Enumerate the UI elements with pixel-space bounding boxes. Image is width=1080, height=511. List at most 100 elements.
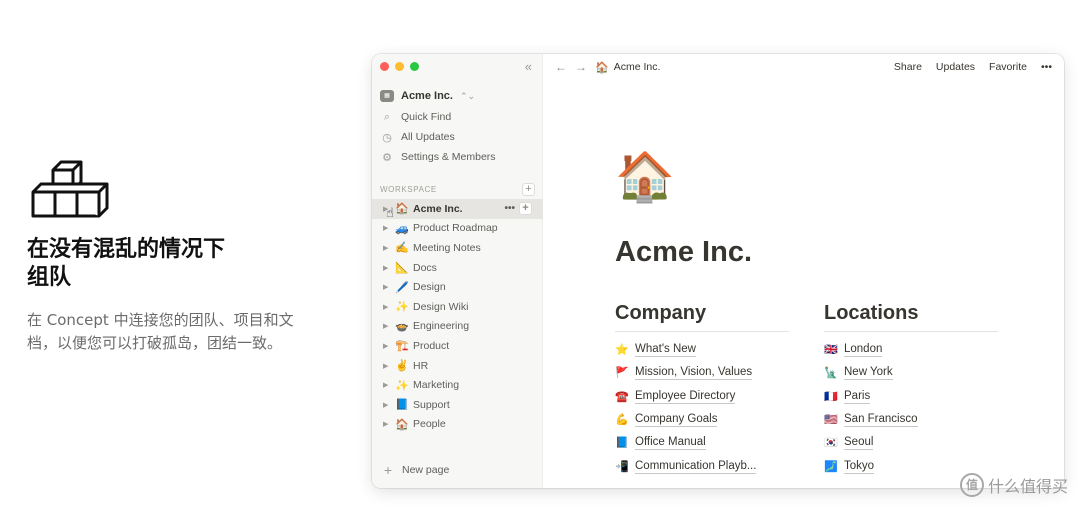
page-link-new-york[interactable]: 🗽 New York: [824, 361, 998, 384]
sidebar-item-label: Marketing: [413, 379, 460, 392]
sidebar-item-people[interactable]: ▶ 🏠 People: [372, 415, 543, 435]
row-tools: ••• +: [504, 202, 532, 215]
sidebar-nav: ⌕ Quick Find ◷ All Updates ⚙ Settings & …: [372, 107, 543, 167]
sidebar-item-label: Quick Find: [401, 111, 452, 123]
sidebar-item-hr[interactable]: ▶ ✌️ HR: [372, 356, 543, 376]
link-label: What's New: [635, 343, 696, 358]
page-link-seoul[interactable]: 🇰🇷 Seoul: [824, 431, 998, 454]
favorite-button[interactable]: Favorite: [989, 61, 1027, 73]
sidebar-item-all-updates[interactable]: ◷ All Updates: [372, 127, 543, 147]
sidebar-item-label: Product Roadmap: [413, 222, 498, 235]
pen-icon: 🖊️: [395, 281, 409, 294]
section-label: WORKSPACE: [380, 185, 437, 194]
sidebar-item-engineering[interactable]: ▶ 🍲 Engineering: [372, 317, 543, 337]
expand-triangle-icon[interactable]: ▶: [383, 362, 395, 370]
flag-icon: 🚩: [615, 367, 629, 380]
page-icon[interactable]: 🏠: [615, 150, 675, 206]
expand-triangle-icon[interactable]: ▶: [383, 401, 395, 409]
link-label: Mission, Vision, Values: [635, 366, 753, 381]
link-label: Paris: [844, 389, 871, 404]
sidebar-item-support[interactable]: ▶ 📘 Support: [372, 395, 543, 415]
sidebar-item-label: Design Wiki: [413, 300, 469, 313]
sidebar-item-label: Settings & Members: [401, 151, 496, 163]
expand-triangle-icon[interactable]: ▶: [383, 303, 395, 311]
expand-triangle-icon[interactable]: ▶: [383, 342, 395, 350]
sidebar-item-label: Support: [413, 398, 450, 411]
add-subpage-button[interactable]: +: [519, 202, 532, 215]
maximize-window-button[interactable]: [410, 62, 419, 71]
sidebar-item-design-wiki[interactable]: ▶ ✨ Design Wiki: [372, 297, 543, 317]
expand-triangle-icon[interactable]: ▶: [383, 264, 395, 272]
construction-icon: 🏗️: [395, 340, 409, 353]
company-column: Company ⭐ What's New 🚩 Mission, Vision, …: [615, 302, 789, 478]
sidebar-item-acme[interactable]: ▶ 🏠 Acme Inc. ☝ ••• +: [372, 199, 543, 220]
expand-triangle-icon[interactable]: ▶: [383, 420, 395, 428]
sidebar-item-docs[interactable]: ▶ 📐 Docs: [372, 258, 543, 278]
more-icon[interactable]: •••: [504, 203, 515, 214]
link-label: New York: [844, 366, 893, 381]
page-link-communication-playbook[interactable]: 📲 Communication Playb...: [615, 454, 789, 477]
updates-button[interactable]: Updates: [936, 61, 975, 73]
page-link-san-francisco[interactable]: 🇺🇸 San Francisco: [824, 408, 998, 431]
house-icon: 🏠: [395, 418, 409, 431]
workspace-name: Acme Inc.: [401, 90, 453, 102]
breadcrumb[interactable]: Acme Inc.: [614, 61, 661, 73]
close-window-button[interactable]: [380, 62, 389, 71]
locations-column: Locations 🇬🇧 London 🗽 New York 🇫🇷 Paris …: [824, 302, 998, 478]
top-actions: Share Updates Favorite •••: [894, 61, 1052, 73]
share-button[interactable]: Share: [894, 61, 922, 73]
flexed-arm-icon: 💪: [615, 414, 629, 427]
collapse-sidebar-icon[interactable]: «: [525, 59, 532, 74]
sidebar-item-product-roadmap[interactable]: ▶ 🚙 Product Roadmap: [372, 219, 543, 239]
main-content: ← → 🏠 Acme Inc. Share Updates Favorite •…: [543, 54, 1064, 488]
more-options-icon[interactable]: •••: [1041, 61, 1052, 73]
page-link-paris[interactable]: 🇫🇷 Paris: [824, 385, 998, 408]
expand-triangle-icon[interactable]: ▶: [383, 224, 395, 232]
topbar: ← → 🏠 Acme Inc. Share Updates Favorite •…: [543, 54, 1064, 80]
search-icon: ⌕: [383, 110, 391, 123]
link-label: Tokyo: [844, 459, 875, 474]
back-arrow-icon[interactable]: ←: [555, 60, 567, 74]
page-link-employee-directory[interactable]: ☎️ Employee Directory: [615, 385, 789, 408]
expand-triangle-icon[interactable]: ▶: [383, 322, 395, 330]
car-icon: 🚙: [395, 222, 409, 235]
forward-arrow-icon[interactable]: →: [575, 60, 587, 74]
new-page-label: New page: [402, 464, 450, 476]
workspace-switcher[interactable]: ▦ Acme Inc. ⌃⌄: [380, 86, 475, 106]
ruler-icon: 📐: [395, 262, 409, 275]
book-icon: 📘: [615, 437, 629, 450]
locations-links: 🇬🇧 London 🗽 New York 🇫🇷 Paris 🇺🇸 San Fra…: [824, 338, 998, 478]
expand-triangle-icon[interactable]: ▶: [383, 283, 395, 291]
window-controls: [380, 62, 419, 71]
sidebar-item-label: People: [413, 418, 446, 431]
page-link-london[interactable]: 🇬🇧 London: [824, 338, 998, 361]
statue-of-liberty-icon: 🗽: [824, 367, 838, 380]
watermark: 值 什么值得买: [959, 473, 1068, 497]
sidebar-item-label: Product: [413, 339, 450, 352]
sidebar-item-meeting-notes[interactable]: ▶ ✍️ Meeting Notes: [372, 238, 543, 258]
page-title[interactable]: Acme Inc.: [615, 236, 752, 269]
writing-hand-icon: ✍️: [395, 242, 409, 255]
expand-triangle-icon[interactable]: ▶: [383, 381, 395, 389]
sidebar-item-label: Meeting Notes: [413, 241, 481, 254]
page-link-office-manual[interactable]: 📘 Office Manual: [615, 431, 789, 454]
sidebar-item-design[interactable]: ▶ 🖊️ Design: [372, 277, 543, 297]
add-page-button[interactable]: +: [522, 183, 535, 196]
page-link-company-goals[interactable]: 💪 Company Goals: [615, 408, 789, 431]
page-link-whats-new[interactable]: ⭐ What's New: [615, 338, 789, 361]
sidebar-item-product[interactable]: ▶ 🏗️ Product: [372, 336, 543, 356]
link-label: Company Goals: [635, 413, 718, 428]
sidebar-item-settings[interactable]: ⚙ Settings & Members: [372, 147, 543, 167]
phone-arrow-icon: 📲: [615, 460, 629, 473]
page-link-mission[interactable]: 🚩 Mission, Vision, Values: [615, 361, 789, 384]
plus-icon: +: [383, 462, 393, 478]
minimize-window-button[interactable]: [395, 62, 404, 71]
sidebar-item-marketing[interactable]: ▶ ✨ Marketing: [372, 375, 543, 395]
new-page-button[interactable]: + New page: [382, 462, 449, 478]
japan-map-icon: 🗾: [824, 460, 838, 473]
sidebar-item-quick-find[interactable]: ⌕ Quick Find: [372, 107, 543, 127]
expand-triangle-icon[interactable]: ▶: [383, 244, 395, 252]
hero-section: 在没有混乱的情况下组队 在 Concept 中连接您的团队、项目和文档，以便您可…: [27, 160, 327, 355]
gear-icon: ⚙: [382, 151, 392, 164]
victory-hand-icon: ✌️: [395, 360, 409, 373]
